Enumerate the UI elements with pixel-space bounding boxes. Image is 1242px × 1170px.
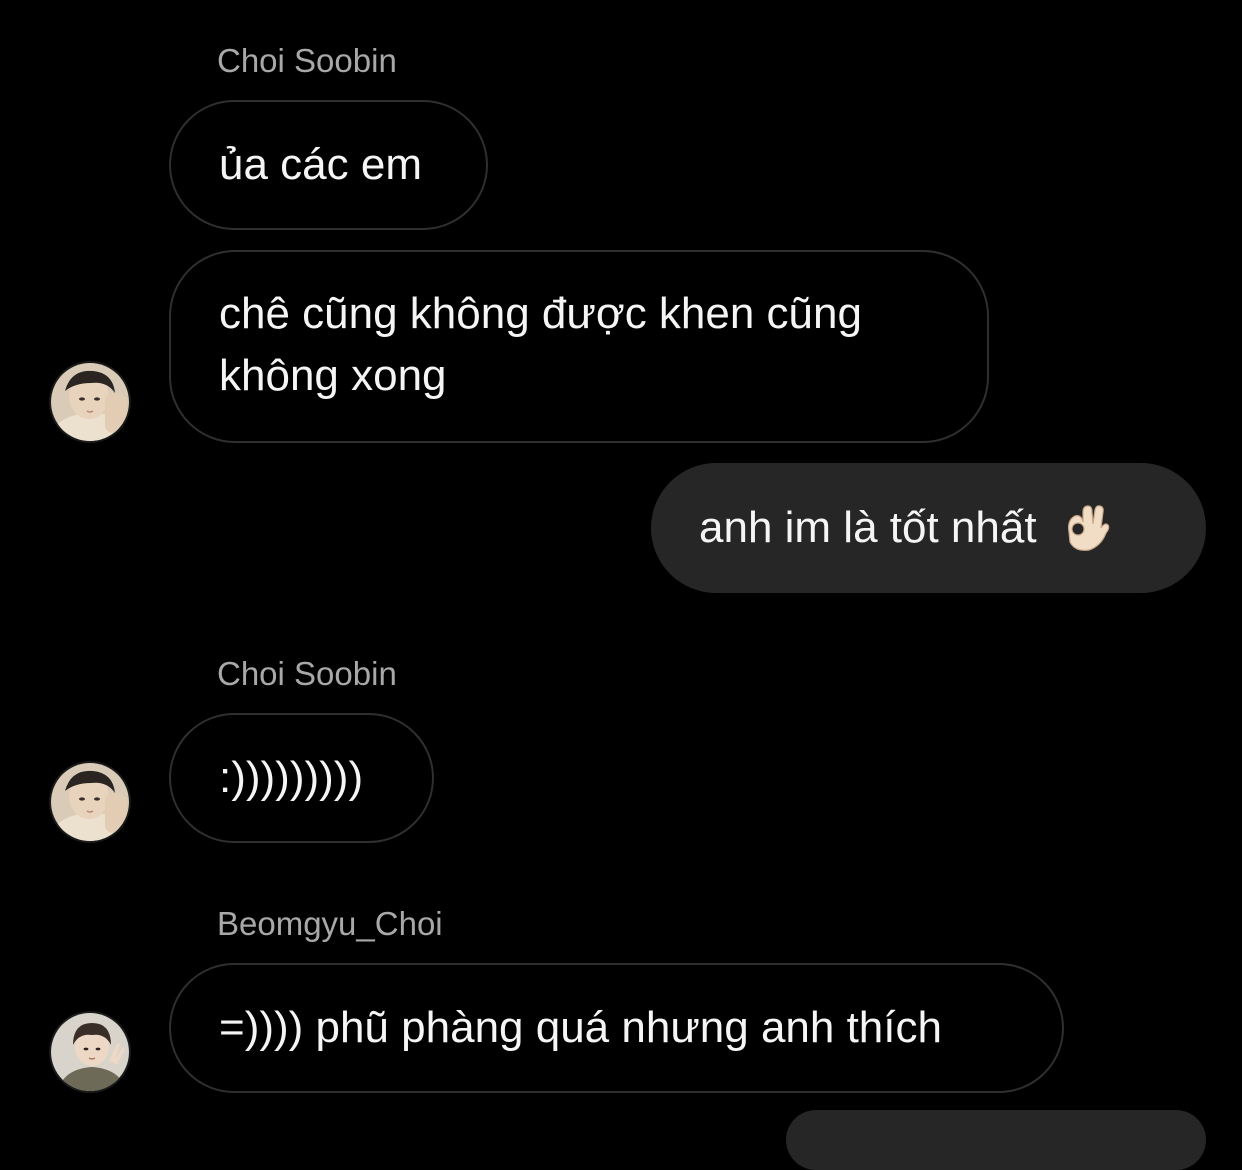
message-bubble[interactable]: :))))))))) bbox=[169, 713, 434, 843]
message-bubble[interactable]: ủa các em bbox=[169, 100, 488, 230]
sender-name: Beomgyu_Choi bbox=[217, 905, 443, 942]
outgoing-message-bubble[interactable]: anh im là tốt nhất bbox=[651, 463, 1206, 593]
outgoing-message-bubble-partial[interactable] bbox=[786, 1110, 1206, 1170]
sender-name: Choi Soobin bbox=[217, 42, 397, 79]
message-text: =)))) phũ phàng quá nhưng anh thích bbox=[219, 1003, 942, 1052]
message-text: ủa các em bbox=[219, 140, 422, 189]
avatar-soobin-icon bbox=[51, 763, 129, 841]
ok-hand-emoji-icon bbox=[1067, 505, 1109, 551]
message-text: :))))))))) bbox=[219, 753, 364, 802]
message-text: anh im là tốt nhất bbox=[699, 503, 1037, 552]
avatar-beomgyu-icon bbox=[51, 1013, 129, 1091]
avatar[interactable] bbox=[49, 1011, 131, 1093]
avatar-soobin-icon bbox=[51, 363, 129, 441]
avatar[interactable] bbox=[49, 761, 131, 843]
avatar[interactable] bbox=[49, 361, 131, 443]
sender-name: Choi Soobin bbox=[217, 655, 397, 692]
message-text: chê cũng không được khen cũng không xong bbox=[219, 289, 862, 400]
message-bubble[interactable]: chê cũng không được khen cũng không xong bbox=[169, 250, 989, 443]
message-bubble[interactable]: =)))) phũ phàng quá nhưng anh thích bbox=[169, 963, 1064, 1093]
